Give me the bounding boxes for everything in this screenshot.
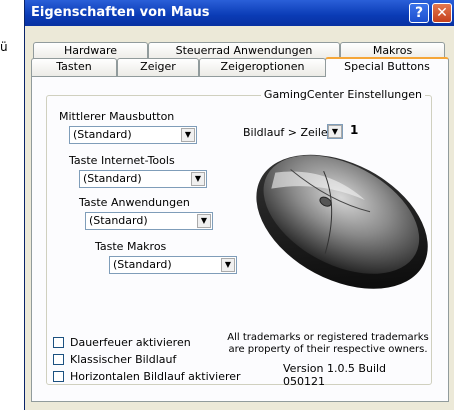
scroll-lines-value: 1 (350, 123, 359, 137)
mouse-properties-dialog: Eigenschaften von Maus ? ✕ Hardware Steu… (24, 0, 454, 410)
macros-value: (Standard) (113, 258, 172, 271)
trademark-line-2: are property of their respective owners. (228, 344, 428, 355)
internet-tools-select[interactable]: (Standard) ▼ (79, 170, 207, 188)
macros-select[interactable]: (Standard) ▼ (109, 256, 237, 274)
tab-panel: GamingCenter Einstellungen Mittlerer Mau… (31, 76, 449, 402)
tab-special-buttons[interactable]: Special Buttons (325, 57, 449, 77)
applications-value: (Standard) (89, 214, 148, 227)
checkbox-dauerfeuer[interactable]: Dauerfeuer aktivieren (53, 336, 191, 349)
background-window-fragment: ü (0, 40, 8, 54)
applications-label: Taste Anwendungen (79, 196, 190, 209)
window-title: Eigenschaften von Maus (31, 5, 210, 20)
title-bar[interactable]: Eigenschaften von Maus (25, 0, 454, 26)
middle-button-label: Mittlerer Mausbutton (59, 110, 175, 123)
chevron-down-icon[interactable]: ▼ (191, 172, 205, 186)
checkbox-klassischer-bildlauf[interactable]: Klassischer Bildlauf (53, 353, 176, 366)
checkbox-box[interactable] (53, 337, 64, 348)
checkbox-label: Horizontalen Bildlauf aktivierer (70, 370, 241, 383)
chevron-down-icon[interactable]: ▼ (328, 125, 342, 138)
tab-zeigeroptionen[interactable]: Zeigeroptionen (199, 58, 326, 76)
checkbox-box[interactable] (53, 354, 64, 365)
internet-tools-label: Taste Internet-Tools (69, 154, 175, 167)
checkbox-label: Klassischer Bildlauf (70, 353, 177, 366)
checkbox-label: Dauerfeuer aktivieren (70, 336, 191, 349)
chevron-down-icon[interactable]: ▼ (181, 128, 195, 142)
mouse-image (256, 154, 428, 289)
scroll-lines-label: Bildlauf > Zeilen (243, 126, 335, 139)
macros-label: Taste Makros (95, 240, 167, 253)
middle-button-value: (Standard) (73, 128, 132, 141)
help-button[interactable]: ? (409, 3, 429, 23)
chevron-down-icon[interactable]: ▼ (221, 258, 235, 272)
checkbox-horizontaler-bildlauf[interactable]: Horizontalen Bildlauf aktivierer (53, 370, 241, 383)
tab-zeiger[interactable]: Zeiger (117, 58, 199, 76)
gamingcenter-settings-group: GamingCenter Einstellungen Mittlerer Mau… (46, 88, 433, 388)
tab-tasten[interactable]: Tasten (31, 58, 117, 76)
chevron-down-icon[interactable]: ▼ (197, 214, 211, 228)
checkbox-box[interactable] (53, 371, 64, 382)
help-icon: ? (414, 5, 424, 21)
trademark-line-1: All trademarks or registered trademarks (227, 332, 429, 343)
close-icon: ✕ (436, 5, 448, 21)
trademark-notice: All trademarks or registered trademarks … (223, 332, 433, 356)
scroll-lines-select[interactable]: ▼ (327, 124, 343, 139)
middle-button-select[interactable]: (Standard) ▼ (69, 126, 197, 144)
close-button[interactable]: ✕ (432, 3, 452, 23)
applications-select[interactable]: (Standard) ▼ (85, 212, 213, 230)
group-title: GamingCenter Einstellungen (260, 88, 425, 101)
version-label: Version 1.0.5 Build 050121 (283, 362, 387, 388)
internet-tools-value: (Standard) (83, 172, 142, 185)
